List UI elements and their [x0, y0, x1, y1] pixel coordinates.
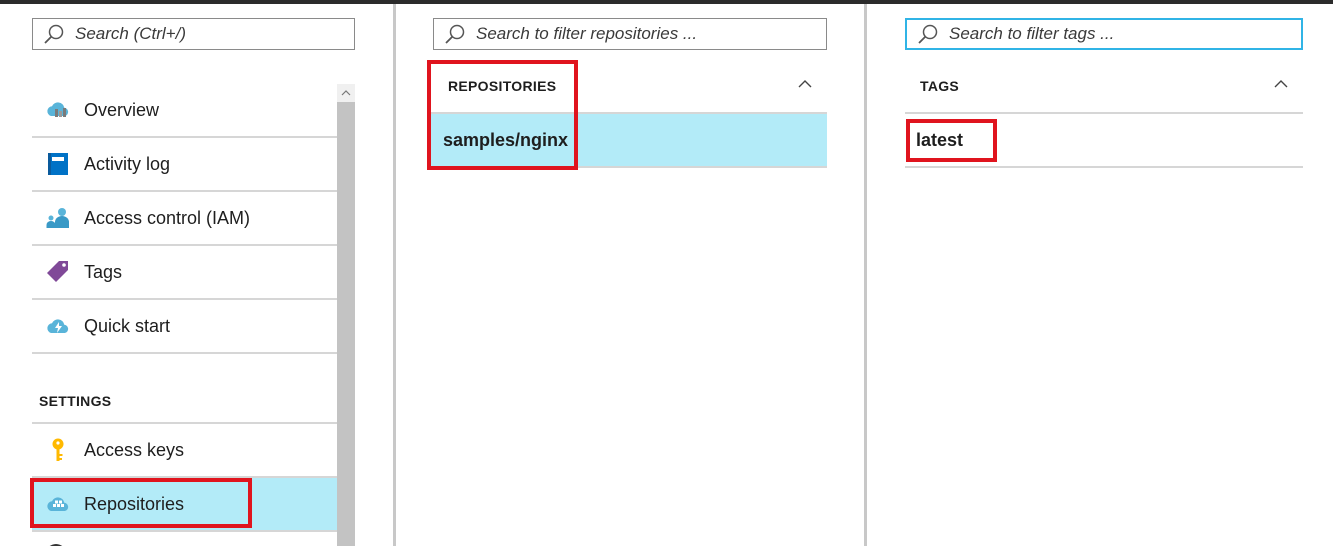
activity-log-icon [46, 152, 70, 176]
access-control-icon [46, 206, 70, 230]
menu-item-label: Overview [84, 99, 160, 120]
menu-item-access-keys[interactable]: Access keys [32, 424, 337, 478]
tags-search-box[interactable] [905, 18, 1303, 50]
tag-name: latest [916, 129, 964, 150]
menu-item-repositories[interactable]: Repositories [32, 478, 337, 532]
search-icon [915, 21, 941, 47]
search-icon [442, 21, 468, 47]
menu-item-tags[interactable]: Tags [32, 246, 337, 300]
panel-divider [864, 4, 867, 546]
overview-icon [46, 98, 70, 122]
repositories-search-box[interactable] [433, 18, 827, 50]
tags-search-input[interactable] [941, 24, 1301, 44]
repository-row[interactable]: samples/nginx [431, 114, 827, 168]
menu-item-label: Tags [84, 261, 123, 282]
tags-panel: TAGS latest [868, 4, 1333, 546]
menu-search-box[interactable] [32, 18, 355, 50]
menu-scrollbar[interactable] [337, 84, 355, 546]
repositories-panel: REPOSITORIES samples/nginx [396, 4, 864, 546]
repository-name: samples/nginx [443, 129, 569, 150]
menu-item-access-control[interactable]: Access control (IAM) [32, 192, 337, 246]
settings-heading: SETTINGS [39, 393, 112, 409]
tag-row[interactable]: latest [905, 114, 1303, 168]
tag-icon [46, 260, 70, 284]
menu-search-input[interactable] [67, 24, 354, 44]
tags-header-label: TAGS [920, 78, 960, 94]
search-icon [41, 21, 67, 47]
tags-column-header[interactable]: TAGS [905, 60, 1303, 114]
menu-item-label: Quick start [84, 315, 171, 336]
key-icon [46, 438, 70, 462]
menu-item-overview[interactable]: Overview [32, 84, 337, 138]
collapse-chevron-icon[interactable] [1271, 74, 1291, 94]
resource-menu-panel: Overview Activity log Access control (IA… [0, 4, 393, 546]
quick-start-icon [46, 314, 70, 338]
menu-item-label: Access keys [84, 439, 185, 460]
menu-item-quick-start[interactable]: Quick start [32, 300, 337, 354]
menu-item-label: Access control (IAM) [84, 207, 251, 228]
scroll-up-icon[interactable] [337, 84, 355, 102]
menu-item-label: Repositories [84, 493, 185, 514]
menu-item-activity-log[interactable]: Activity log [32, 138, 337, 192]
collapse-chevron-icon[interactable] [795, 74, 815, 94]
repositories-header-label: REPOSITORIES [448, 78, 557, 94]
repositories-column-header[interactable]: REPOSITORIES [431, 60, 827, 114]
menu-item-label: Activity log [84, 153, 171, 174]
repositories-search-input[interactable] [468, 24, 826, 44]
repositories-icon [46, 492, 70, 516]
